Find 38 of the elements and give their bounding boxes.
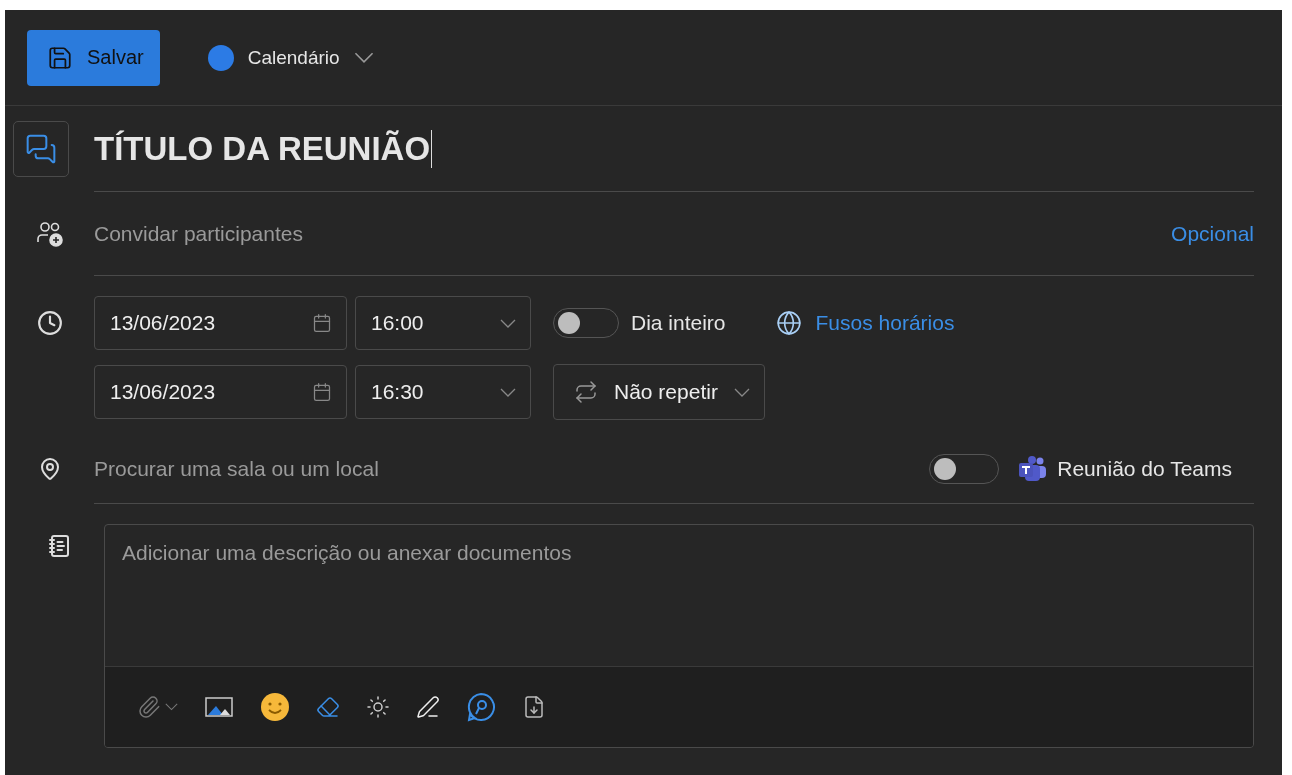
save-icon (47, 44, 73, 71)
pen-icon (416, 695, 440, 719)
all-day-label: Dia inteiro (631, 311, 726, 335)
repeat-dropdown[interactable]: Não repetir (553, 364, 765, 420)
calendar-dot (207, 44, 234, 71)
description-field[interactable]: Adicionar uma descrição ou anexar documentos (105, 525, 1253, 666)
title-field[interactable]: TÍTULO DA REUNIÃO (94, 129, 433, 168)
notes-icon (47, 534, 72, 558)
chevron-down-icon (500, 318, 516, 328)
globe-icon (775, 310, 802, 336)
location-field[interactable]: Procurar uma sala ou um local (94, 456, 920, 481)
save-button[interactable]: Salvar (27, 29, 160, 86)
teams-logo (1017, 455, 1048, 482)
chevron-down-icon (165, 703, 178, 711)
eraser-icon (316, 695, 340, 719)
time-zones-link[interactable]: Fusos horários (815, 311, 955, 335)
chevron-down-icon (353, 52, 374, 63)
repeat-icon (574, 380, 598, 404)
image-icon (204, 695, 234, 719)
calendar-picker[interactable]: Calendário (207, 44, 374, 71)
smiley-icon (260, 692, 290, 722)
date-field[interactable]: 13/06/2023 (94, 296, 347, 350)
time-dropdown[interactable]: 16:00 (355, 296, 531, 350)
sun-icon (366, 695, 390, 719)
chat-icon (13, 121, 69, 177)
calendar-icon (312, 313, 332, 333)
clock-icon (36, 310, 63, 336)
chevron-down-icon (500, 387, 516, 397)
date-field[interactable]: 13/06/2023 (94, 365, 347, 419)
chevron-down-icon (733, 387, 750, 397)
time-dropdown[interactable]: 16:30 (355, 365, 531, 419)
optional-link[interactable]: Opcional (1171, 221, 1254, 246)
paperclip-icon (137, 695, 161, 719)
calendar-icon (312, 382, 332, 402)
teams-meeting-label: Reunião do Teams (1057, 456, 1232, 481)
add-people-icon (35, 220, 64, 248)
invite-field[interactable]: Convidar participantes (94, 221, 1172, 246)
file-icon (522, 695, 546, 719)
